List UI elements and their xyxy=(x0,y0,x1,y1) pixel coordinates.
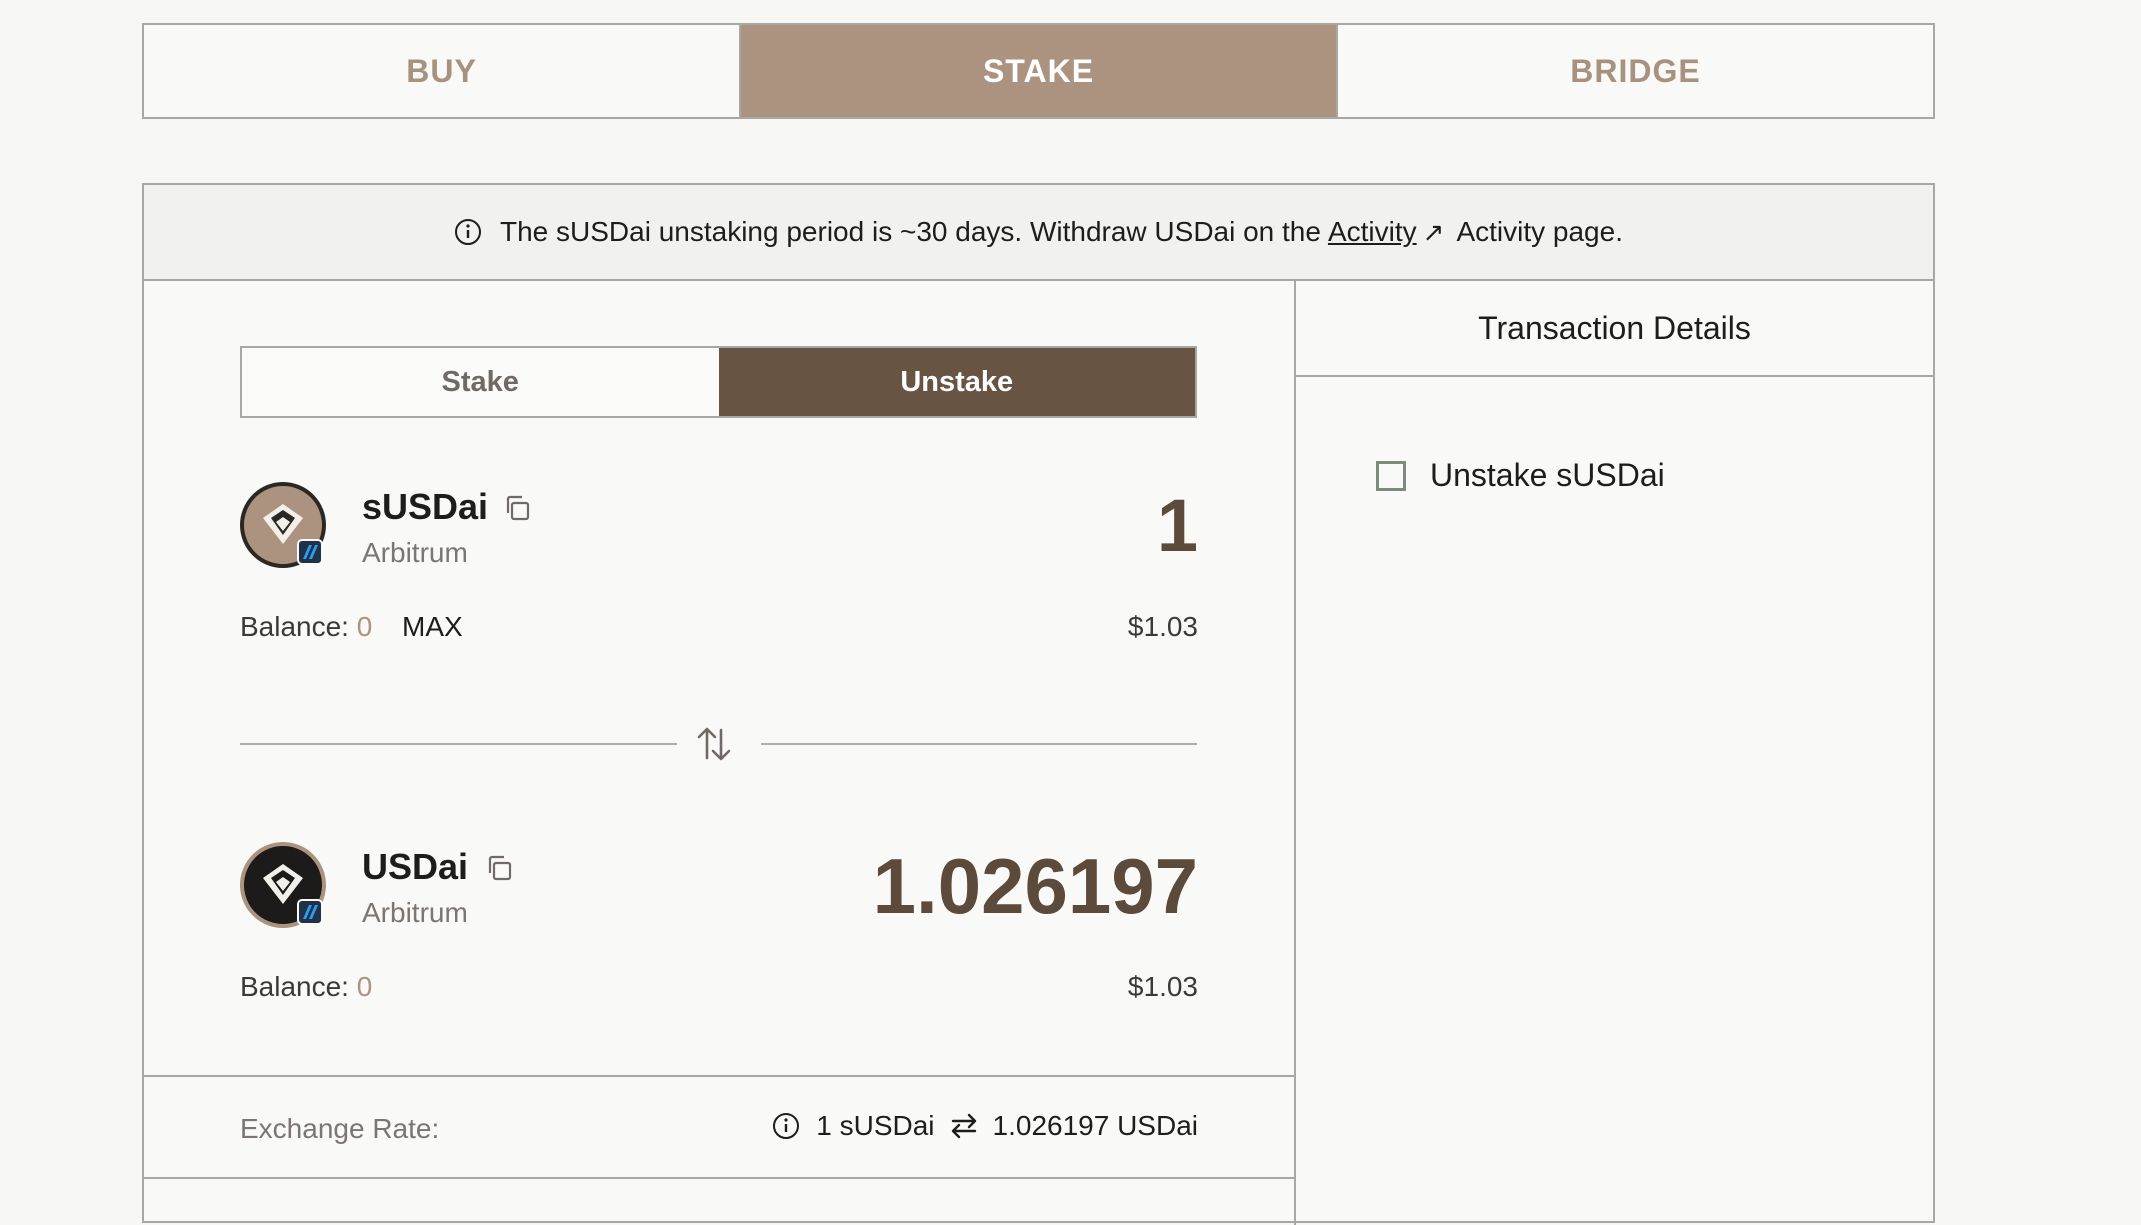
tab-bridge[interactable]: BRIDGE xyxy=(1336,25,1933,117)
activity-link[interactable]: Activity xyxy=(1328,216,1417,248)
to-amount-output: 1.026197 xyxy=(872,842,1198,930)
divider-right xyxy=(761,743,1197,745)
swap-direction-icon[interactable] xyxy=(695,724,733,764)
rate-from: 1 sUSDai xyxy=(816,1110,935,1141)
rate-to: 1.026197 USDai xyxy=(992,1110,1198,1141)
step-checkbox xyxy=(1376,460,1406,491)
from-amount-input[interactable]: 1 xyxy=(1157,483,1198,568)
info-icon xyxy=(455,219,481,245)
to-token-name: USDai xyxy=(362,846,469,887)
exchange-rate-label: Exchange Rate: xyxy=(240,1113,440,1144)
balance-label: Balance: xyxy=(240,971,349,1002)
notice-text: The sUSDai unstaking period is ~30 days.… xyxy=(500,216,1321,247)
exchange-arrows-icon[interactable] xyxy=(949,1112,979,1140)
balance-value: 0 xyxy=(356,971,373,1002)
step-label: Unstake sUSDai xyxy=(1430,457,1665,493)
stake-unstake-toggle: Stake Unstake xyxy=(240,346,1197,418)
top-tabs: BUY STAKE BRIDGE xyxy=(142,23,1935,119)
unstake-toggle-button[interactable]: Unstake xyxy=(718,348,1195,416)
to-usd-value: $1.03 xyxy=(1127,971,1198,1002)
exchange-rate-row: Exchange Rate: 1 sUSDai 1.026197 USDai xyxy=(144,1075,1294,1179)
balance-value: 0 xyxy=(356,611,373,642)
external-link-icon[interactable]: ↗ xyxy=(1423,217,1445,248)
stake-toggle-button[interactable]: Stake xyxy=(242,348,719,416)
copy-icon[interactable] xyxy=(484,853,514,883)
to-balance: Balance: 0 xyxy=(240,971,372,1003)
usdai-token-logo xyxy=(240,842,326,928)
exchange-rate-value: 1 sUSDai 1.026197 USDai xyxy=(772,1110,1198,1142)
max-button[interactable]: MAX xyxy=(402,611,463,643)
tab-buy[interactable]: BUY xyxy=(144,25,739,117)
tab-stake[interactable]: STAKE xyxy=(739,25,1336,117)
stake-panel: The sUSDai unstaking period is ~30 days.… xyxy=(142,183,1935,1225)
copy-icon[interactable] xyxy=(502,493,532,523)
info-icon[interactable] xyxy=(772,1112,800,1140)
swap-form: Stake Unstake sUSDai Arbitrum 1 Balance:… xyxy=(144,281,1294,1225)
divider-left xyxy=(240,743,677,745)
transaction-details-title: Transaction Details xyxy=(1296,281,1933,377)
balance-label: Balance: xyxy=(240,611,349,642)
transaction-details-panel: Transaction Details Unstake sUSDai xyxy=(1294,281,1933,1225)
to-token-chain: Arbitrum xyxy=(362,897,468,928)
from-usd-value: $1.03 xyxy=(1127,611,1198,642)
from-balance: Balance: 0 xyxy=(240,611,372,643)
transaction-step: Unstake sUSDai xyxy=(1376,457,1665,494)
susdai-token-logo xyxy=(240,482,326,568)
unstake-notice: The sUSDai unstaking period is ~30 days.… xyxy=(144,185,1933,281)
from-token-name: sUSDai xyxy=(362,486,489,527)
notice-text-after: Activity page. xyxy=(1456,216,1623,247)
from-token-chain: Arbitrum xyxy=(362,537,468,568)
